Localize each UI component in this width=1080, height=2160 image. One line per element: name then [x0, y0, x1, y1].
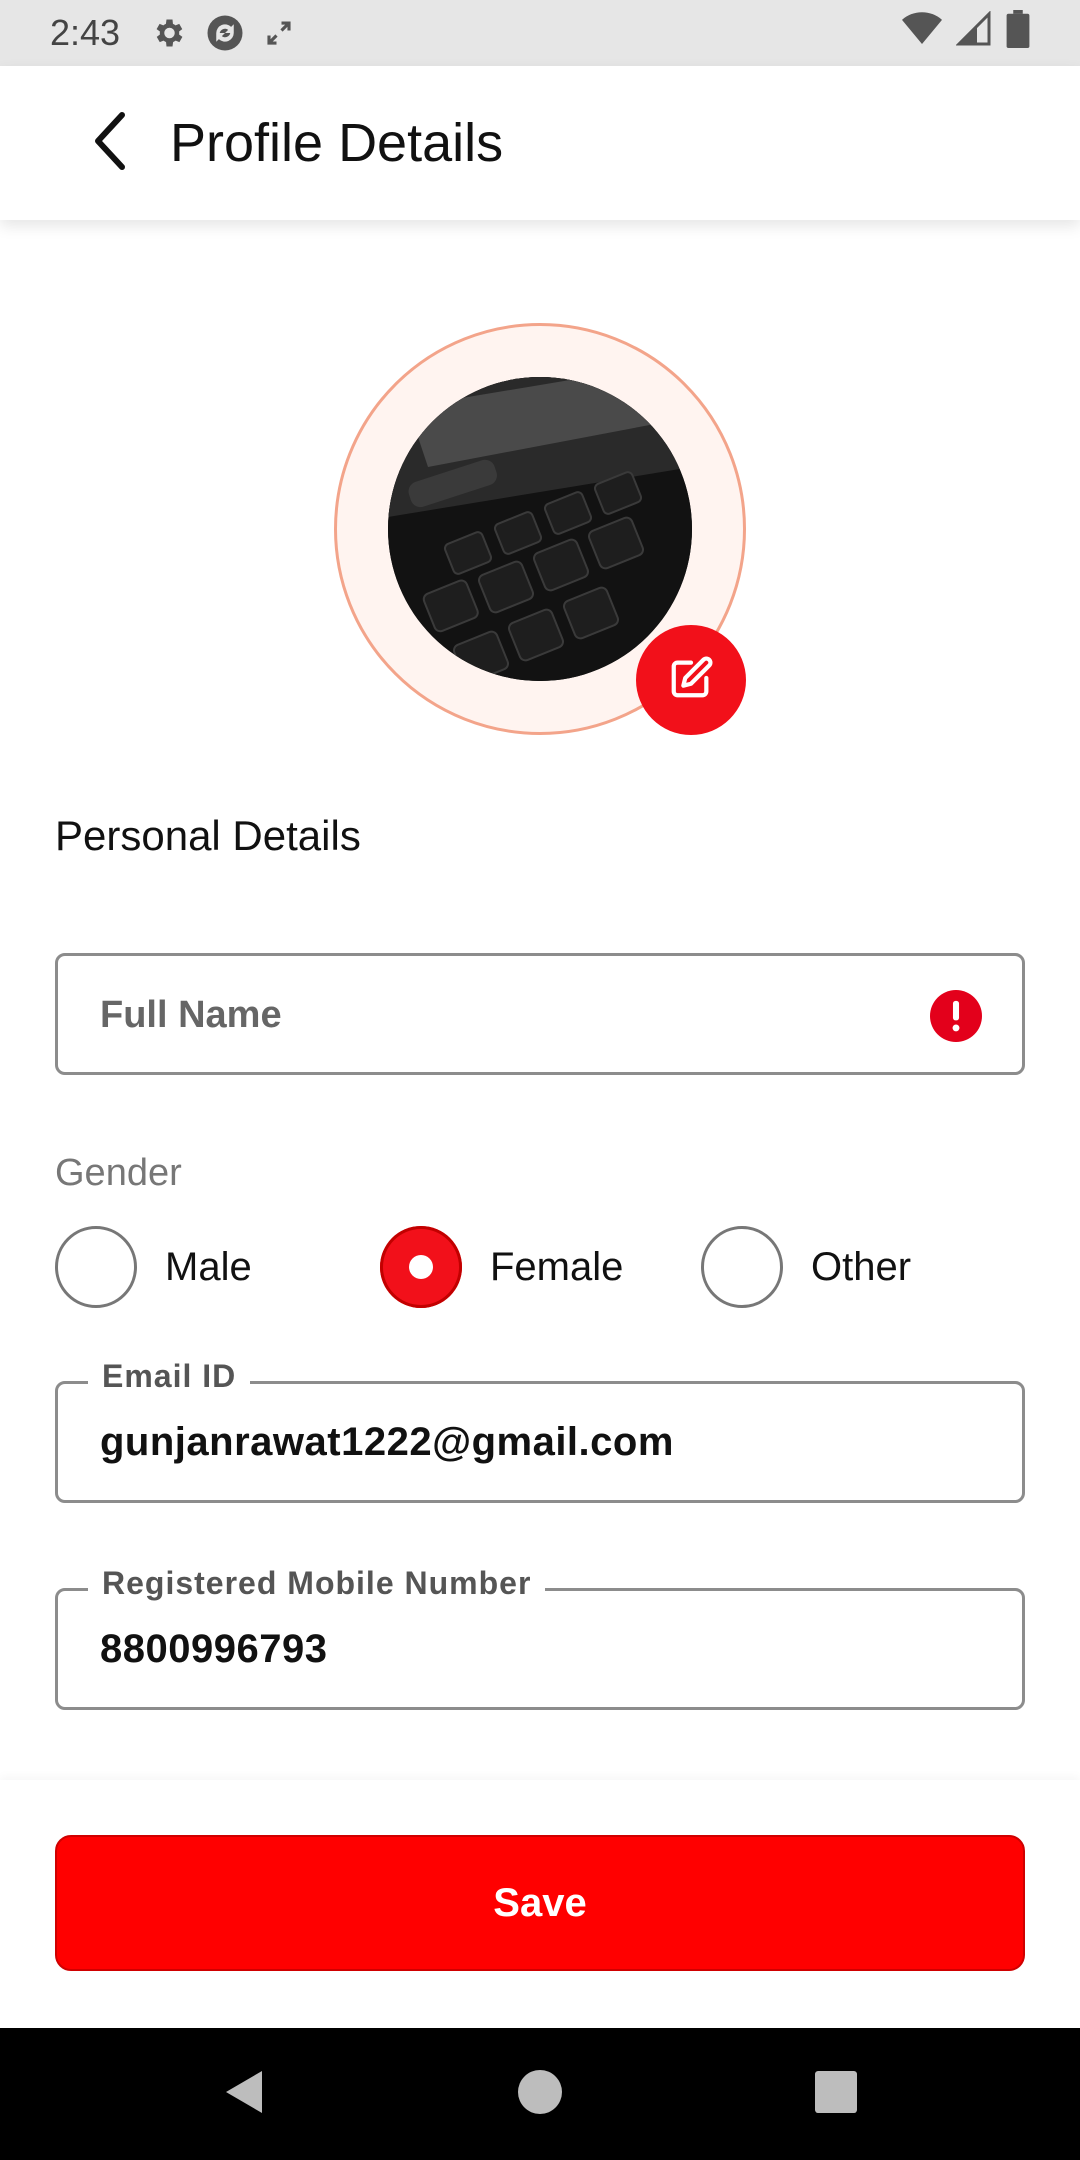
email-field[interactable]: Email ID gunjanrawat1222@gmail.com	[55, 1358, 1025, 1503]
section-title: Personal Details	[55, 812, 361, 859]
nav-home-button[interactable]	[504, 2058, 576, 2130]
page-title: Profile Details	[170, 113, 504, 173]
back-button[interactable]	[80, 103, 140, 183]
save-bar: Save	[0, 1780, 1080, 2028]
email-value: gunjanrawat1222@gmail.com	[100, 1420, 674, 1464]
email-label: Email ID	[88, 1358, 251, 1395]
radio-other[interactable]	[701, 1226, 783, 1308]
nav-home-icon	[518, 2069, 562, 2119]
mobile-value: 8800996793	[100, 1627, 328, 1671]
wifi-icon	[902, 11, 942, 56]
settings-icon	[150, 15, 186, 51]
full-name-placeholder: Full Name	[100, 994, 282, 1036]
battery-icon	[1006, 9, 1030, 57]
radio-label-other: Other	[811, 1244, 912, 1289]
radio-label-female: Female	[490, 1244, 624, 1289]
status-time: 2:43	[50, 12, 121, 53]
gender-option-male[interactable]: Male	[55, 1226, 252, 1308]
nav-recents-button[interactable]	[800, 2058, 872, 2130]
cell-signal-icon	[955, 9, 992, 56]
mobile-field[interactable]: Registered Mobile Number 8800996793	[55, 1565, 1025, 1710]
mobile-label: Registered Mobile Number	[88, 1565, 546, 1602]
radio-female[interactable]	[380, 1226, 462, 1308]
profile-avatar-section	[334, 323, 746, 735]
radio-male[interactable]	[55, 1226, 137, 1308]
sync-icon	[204, 12, 246, 54]
nav-back-icon	[222, 2067, 266, 2122]
full-name-field[interactable]: Full Name	[55, 953, 1025, 1075]
nav-recents-icon	[815, 2070, 857, 2118]
save-button[interactable]: Save	[55, 1835, 1025, 1971]
screen-rotate-icon	[264, 18, 294, 48]
edit-photo-button[interactable]	[636, 625, 746, 735]
radio-label-male: Male	[165, 1244, 252, 1289]
gender-label: Gender	[55, 1152, 182, 1194]
system-nav-bar	[0, 2028, 1080, 2160]
status-bar: 2:43	[0, 0, 1080, 66]
edit-icon	[668, 655, 714, 706]
nav-back-button[interactable]	[208, 2058, 280, 2130]
avatar	[388, 377, 692, 681]
arrow-back-icon	[90, 111, 130, 176]
error-icon	[930, 990, 982, 1042]
gender-option-female[interactable]: Female	[380, 1226, 623, 1308]
app-bar: Profile Details	[0, 66, 1080, 220]
gender-option-other[interactable]: Other	[701, 1226, 911, 1308]
